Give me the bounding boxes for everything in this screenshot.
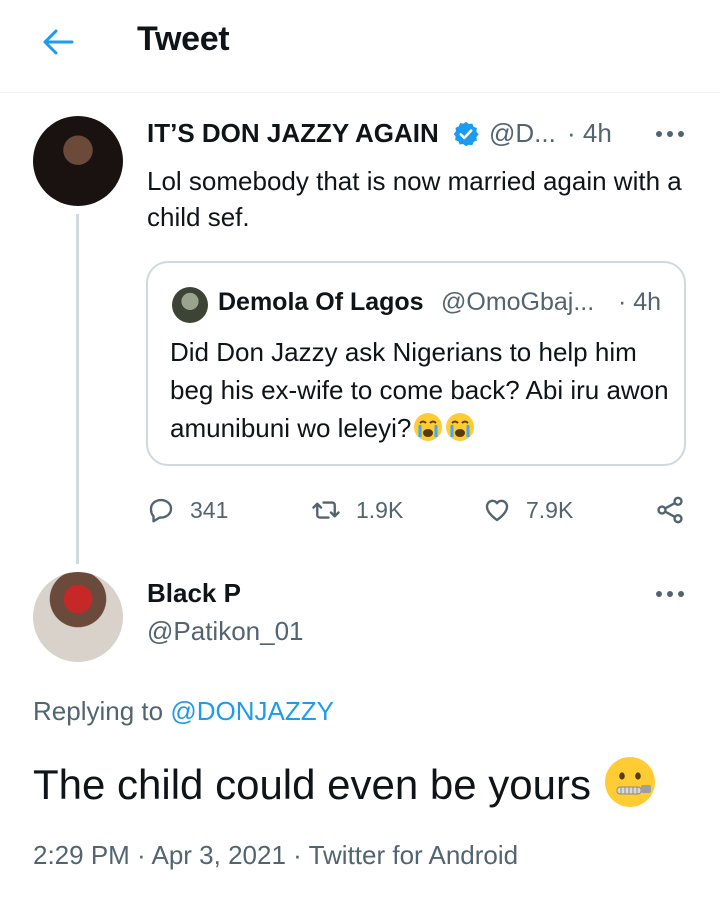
tweet-timestamp[interactable]: 2:29 PM · Apr 3, 2021 ·: [33, 840, 302, 870]
reply-count: 341: [190, 496, 229, 523]
reply-button[interactable]: 341: [146, 490, 228, 530]
quoted-author-handle: @OmoGbaj...: [441, 288, 595, 316]
more-icon: [656, 131, 684, 137]
replying-prefix: Replying to: [33, 696, 164, 726]
tweet-time[interactable]: · 4h: [567, 118, 612, 149]
thread-connector: [76, 214, 79, 564]
avatar-black-p[interactable]: [33, 572, 123, 662]
crying-face-emoji: [446, 413, 475, 441]
quoted-text-block: Did Don Jazzy ask Nigerians to help him …: [170, 333, 670, 447]
author-handle[interactable]: @D...: [489, 118, 556, 149]
like-button[interactable]: 7.9K: [482, 490, 573, 530]
more-icon: [656, 591, 684, 597]
more-options-button[interactable]: [652, 122, 688, 146]
reply-more-options-button[interactable]: [652, 582, 688, 606]
tweet-text: Lol somebody that is now married again w…: [147, 166, 682, 232]
back-button[interactable]: [36, 24, 80, 60]
share-icon: [657, 496, 683, 524]
reply-tweet-text-block: The child could even be yours: [33, 755, 657, 811]
reply-author-name[interactable]: Black P: [147, 578, 241, 609]
replying-to-mention[interactable]: @DONJAZZY: [170, 696, 334, 726]
author-name[interactable]: IT’S DON JAZZY AGAIN: [147, 118, 439, 149]
reply-author-handle[interactable]: @Patikon_01: [147, 616, 304, 647]
share-button[interactable]: [654, 490, 686, 530]
top-bar: Tweet: [0, 0, 720, 93]
tweet-source[interactable]: Twitter for Android: [309, 840, 519, 870]
quoted-time: · 4h: [618, 288, 662, 316]
page-title: Tweet: [137, 20, 230, 58]
retweet-icon: [312, 501, 340, 519]
verified-badge-icon: [453, 121, 479, 147]
retweet-count: 1.9K: [356, 496, 404, 523]
crying-face-emoji: [414, 413, 443, 441]
tweet-meta: 2:29 PM · Apr 3, 2021 · Twitter for Andr…: [33, 840, 518, 871]
reply-tweet-text: The child could even be yours: [33, 761, 591, 808]
avatar-don-jazzy[interactable]: [33, 116, 123, 206]
quoted-avatar: [172, 287, 208, 323]
quoted-tweet-card[interactable]: Demola Of Lagos @OmoGbaj... · 4h Did Don…: [146, 261, 686, 466]
replying-to-line: Replying to @DONJAZZY: [33, 696, 334, 727]
reply-icon: [149, 498, 173, 523]
retweet-button[interactable]: 1.9K: [310, 490, 403, 530]
quoted-author-name: Demola Of Lagos: [218, 288, 424, 316]
zipper-mouth-emoji: [605, 757, 655, 807]
like-count: 7.9K: [526, 496, 574, 523]
like-icon: [485, 499, 509, 522]
back-arrow-icon: [43, 29, 74, 55]
